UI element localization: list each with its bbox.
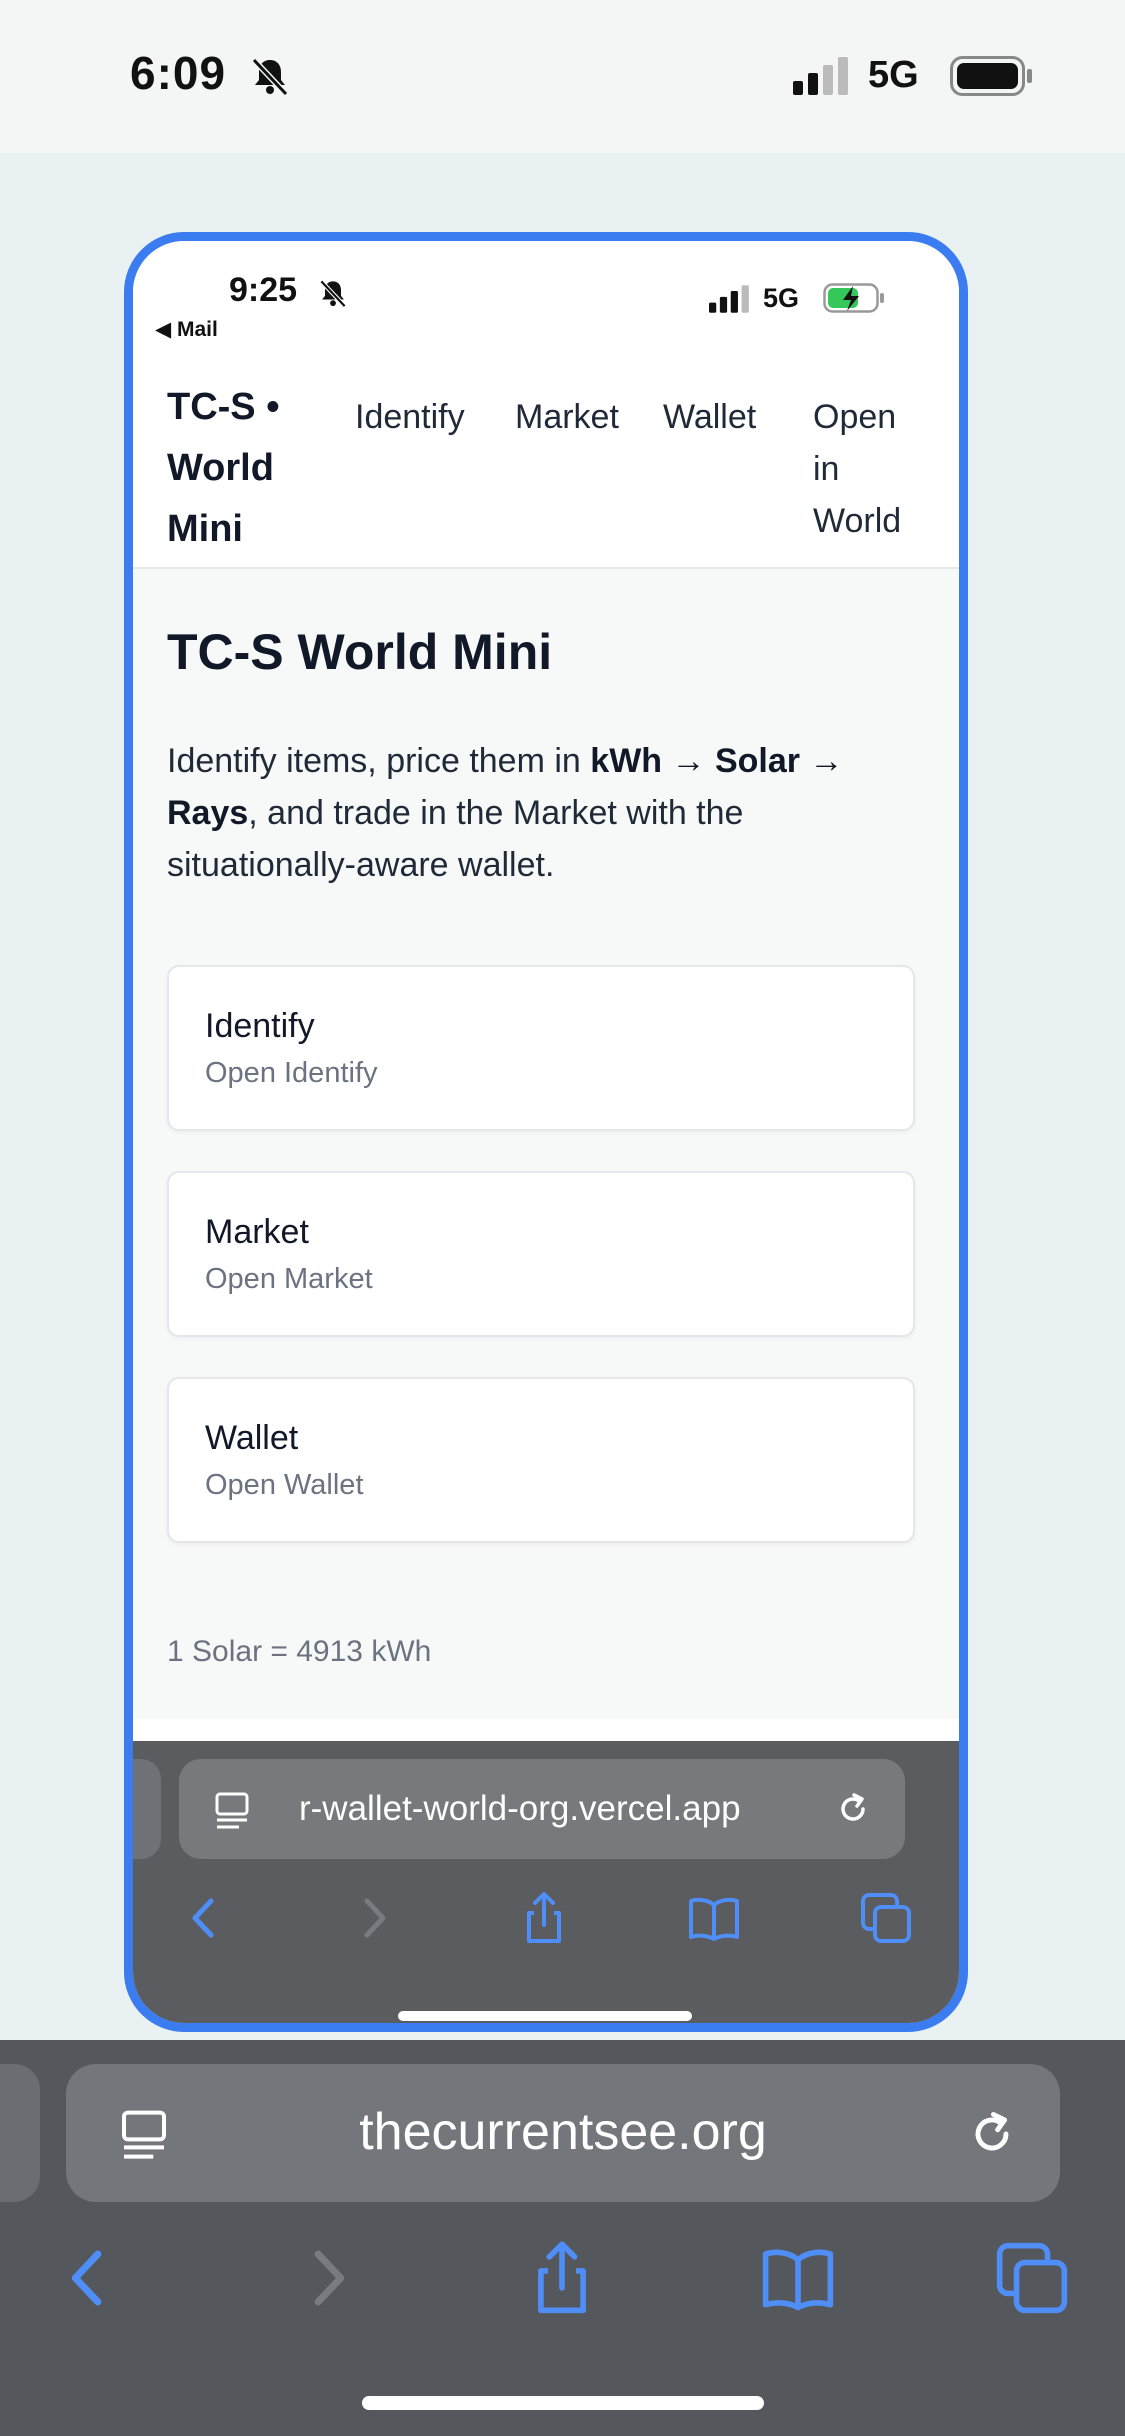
reload-icon[interactable]: [964, 2106, 1020, 2162]
inner-url-text: r-wallet-world-org.vercel.app: [299, 1789, 741, 1828]
inner-status-time: 9:25: [229, 271, 298, 309]
bookmarks-icon[interactable]: [687, 1891, 741, 1945]
site-brand[interactable]: TC-S • World Mini: [167, 377, 317, 560]
share-icon[interactable]: [517, 1891, 571, 1945]
previous-tab-stub[interactable]: [133, 1759, 161, 1859]
card-title: Market: [205, 1213, 309, 1251]
tabs-icon[interactable]: [994, 2240, 1070, 2316]
inner-address-bar[interactable]: r-wallet-world-org.vercel.app: [179, 1759, 905, 1859]
outer-status-bar: 6:09 5G: [0, 0, 1125, 153]
reader-icon[interactable]: [211, 1789, 253, 1831]
status-time: 6:09: [130, 47, 227, 99]
url-text: thecurrentsee.org: [359, 2103, 767, 2161]
bell-slash-icon: [251, 57, 289, 97]
back-arrow-icon[interactable]: [177, 1891, 231, 1945]
tabs-icon[interactable]: [859, 1891, 913, 1945]
bookmarks-icon[interactable]: [760, 2240, 836, 2316]
back-to-mail-link[interactable]: ◀ Mail: [155, 317, 218, 342]
forward-arrow-icon[interactable]: [290, 2240, 366, 2316]
inner-status-bar: 9:25 ◀ Mail 5G: [133, 241, 959, 351]
home-indicator: [362, 2396, 764, 2410]
bell-slash-icon: [319, 279, 347, 308]
page-title: TC-S World Mini: [167, 624, 553, 680]
previous-tab-stub[interactable]: [0, 2064, 40, 2202]
share-icon[interactable]: [524, 2240, 600, 2316]
outer-browser-toolbar: thecurrentsee.org: [0, 2040, 1125, 2436]
solar-rate-text: 1 Solar = 4913 kWh: [167, 1635, 432, 1668]
card-subtitle: Open Market: [205, 1263, 373, 1295]
nav-link-wallet[interactable]: Wallet: [663, 391, 756, 443]
reload-icon[interactable]: [833, 1789, 873, 1829]
battery-icon: [950, 56, 1032, 96]
inner-home-indicator: [398, 2011, 692, 2021]
back-arrow-icon[interactable]: [50, 2240, 126, 2316]
inner-network-label: 5G: [763, 283, 800, 313]
card-subtitle: Open Identify: [205, 1057, 378, 1089]
card-title: Identify: [205, 1007, 315, 1045]
card-subtitle: Open Wallet: [205, 1469, 364, 1501]
inner-browser-toolbar: r-wallet-world-org.vercel.app: [133, 1741, 959, 2023]
card-market[interactable]: Market Open Market: [167, 1171, 915, 1337]
signal-icon: [793, 57, 848, 95]
forward-arrow-icon[interactable]: [347, 1891, 401, 1945]
network-label: 5G: [868, 54, 919, 96]
battery-charging-icon: [823, 283, 884, 313]
card-title: Wallet: [205, 1419, 299, 1457]
nav-link-market[interactable]: Market: [515, 391, 619, 443]
site-navbar: TC-S • World Mini Identify Market Wallet…: [133, 351, 959, 569]
address-bar[interactable]: thecurrentsee.org: [66, 2064, 1060, 2202]
intro-suffix: , and trade in the Market with the situa…: [167, 794, 744, 884]
signal-icon: [709, 285, 749, 313]
card-wallet[interactable]: Wallet Open Wallet: [167, 1377, 915, 1543]
intro-paragraph: Identify items, price them in kWh → Sola…: [167, 735, 897, 891]
intro-prefix: Identify items, price them in: [167, 742, 591, 780]
nav-link-identify[interactable]: Identify: [355, 391, 465, 443]
nav-link-open-in-world[interactable]: Open in World: [813, 391, 923, 547]
card-identify[interactable]: Identify Open Identify: [167, 965, 915, 1131]
main-content: TC-S World Mini Identify items, price th…: [133, 569, 959, 1719]
embedded-screenshot-frame: 9:25 ◀ Mail 5G TC-S • World Mini Identif…: [124, 232, 968, 2032]
